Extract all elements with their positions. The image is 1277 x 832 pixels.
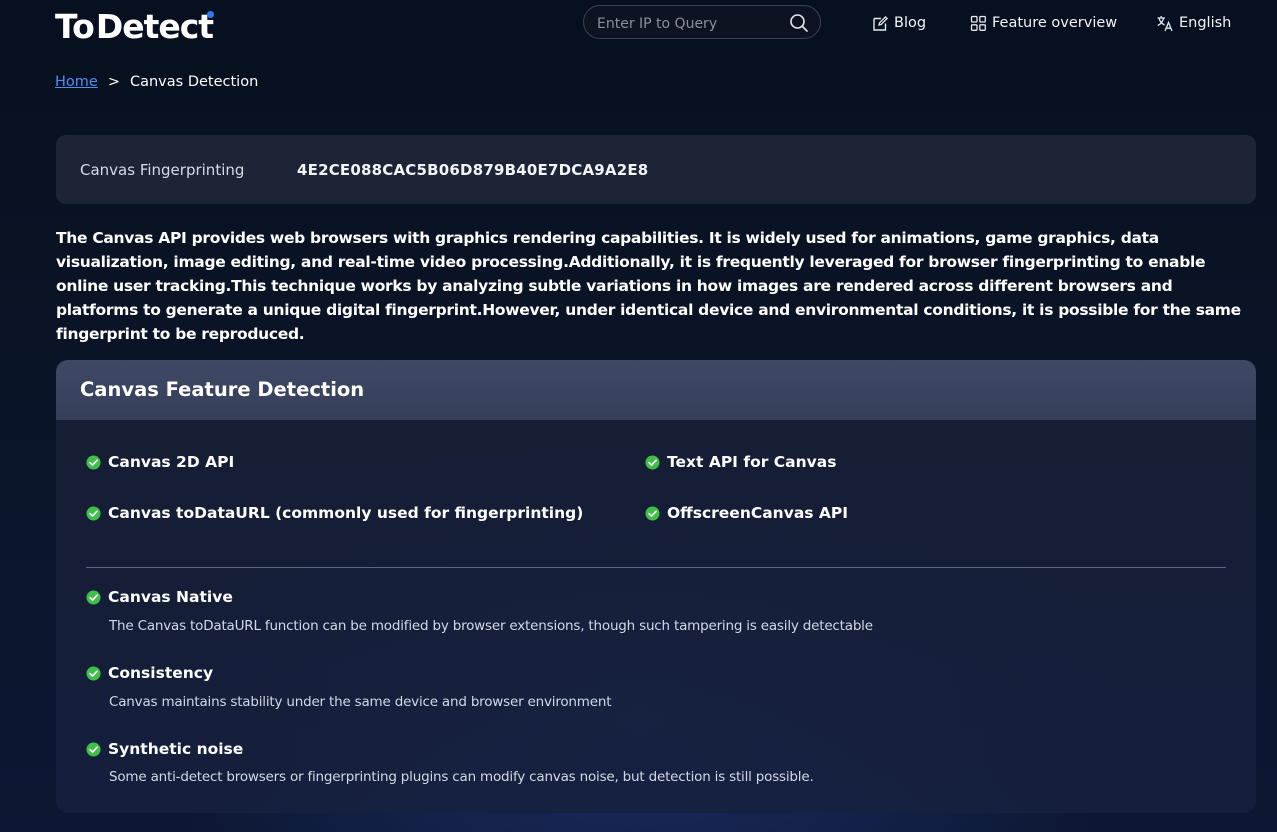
nav-feature-overview-label: Feature overview: [992, 15, 1118, 31]
breadcrumb-current: Canvas Detection: [129, 74, 259, 90]
check-item-offscreencanvas-api: OffscreenCanvas API: [645, 504, 848, 522]
search-icon[interactable]: [789, 13, 809, 33]
check-circle-icon: [86, 505, 101, 521]
detail-item-title: Synthetic noise: [108, 740, 244, 758]
detail-item-title: Canvas Native: [108, 588, 233, 606]
detail-item-canvas-native: Canvas Native: [86, 588, 233, 606]
check-item-canvas-2d-api: Canvas 2D API: [86, 453, 234, 471]
check-item-label: Canvas toDataURL (commonly used for fing…: [108, 504, 584, 522]
check-item-label: Canvas 2D API: [108, 453, 235, 471]
canvas-fingerprint-card: Canvas Fingerprinting 4E2CE088CAC5B06D87…: [56, 135, 1256, 204]
logo-dot-icon: [207, 10, 215, 18]
check-item-text-api: Text API for Canvas: [645, 453, 836, 471]
detail-item-description: Some anti-detect browsers or fingerprint…: [109, 769, 814, 785]
check-circle-icon: [86, 589, 101, 605]
check-item-label: Text API for Canvas: [667, 453, 837, 471]
detail-item-description: The Canvas toDataURL function can be mod…: [109, 618, 873, 634]
nav-blog-label: Blog: [894, 15, 927, 31]
check-circle-icon: [86, 665, 101, 681]
canvas-feature-detection-card: Canvas Feature Detection Canvas 2D API T…: [56, 360, 1256, 813]
breadcrumb-separator: >: [107, 74, 120, 90]
fingerprint-hash-value: 4E2CE088CAC5B06D879B40E7DCA9A2E8: [297, 161, 649, 179]
logo-text-detect-label: Detect: [95, 6, 214, 46]
nav-blog-link[interactable]: Blog: [872, 12, 926, 34]
detail-item-description: Canvas maintains stability under the sam…: [109, 694, 612, 710]
site-header: To Detect Blog Feature overview English: [0, 0, 1277, 50]
detail-item-consistency: Consistency: [86, 664, 213, 682]
ip-search-box: [583, 5, 821, 39]
check-circle-icon: [86, 454, 101, 470]
breadcrumb: Home > Canvas Detection: [55, 74, 258, 90]
edit-icon: [873, 15, 889, 31]
detail-item-synthetic-noise: Synthetic noise: [86, 740, 243, 758]
ip-search-input[interactable]: [595, 12, 784, 36]
logo-text-to: To: [55, 6, 95, 46]
check-item-label: OffscreenCanvas API: [667, 504, 849, 522]
translate-icon: [1157, 15, 1173, 31]
breadcrumb-home-link[interactable]: Home: [55, 74, 98, 90]
grid-icon: [970, 15, 986, 31]
site-logo[interactable]: To Detect: [55, 6, 215, 46]
detail-item-title: Consistency: [108, 664, 214, 682]
feature-detection-title: Canvas Feature Detection: [80, 378, 365, 401]
canvas-api-description: The Canvas API provides web browsers wit…: [56, 229, 1241, 343]
feature-detection-header: Canvas Feature Detection: [56, 360, 1256, 420]
nav-feature-overview-link[interactable]: Feature overview: [970, 12, 1117, 34]
check-item-canvas-todataurl: Canvas toDataURL (commonly used for fing…: [86, 504, 583, 522]
check-circle-icon: [645, 454, 660, 470]
check-circle-icon: [86, 741, 101, 757]
section-divider: [86, 567, 1226, 568]
check-circle-icon: [645, 505, 660, 521]
language-label: English: [1179, 15, 1232, 31]
logo-text-detect: Detect: [95, 6, 215, 46]
language-selector[interactable]: English: [1156, 12, 1231, 34]
fingerprint-label: Canvas Fingerprinting: [80, 161, 245, 179]
